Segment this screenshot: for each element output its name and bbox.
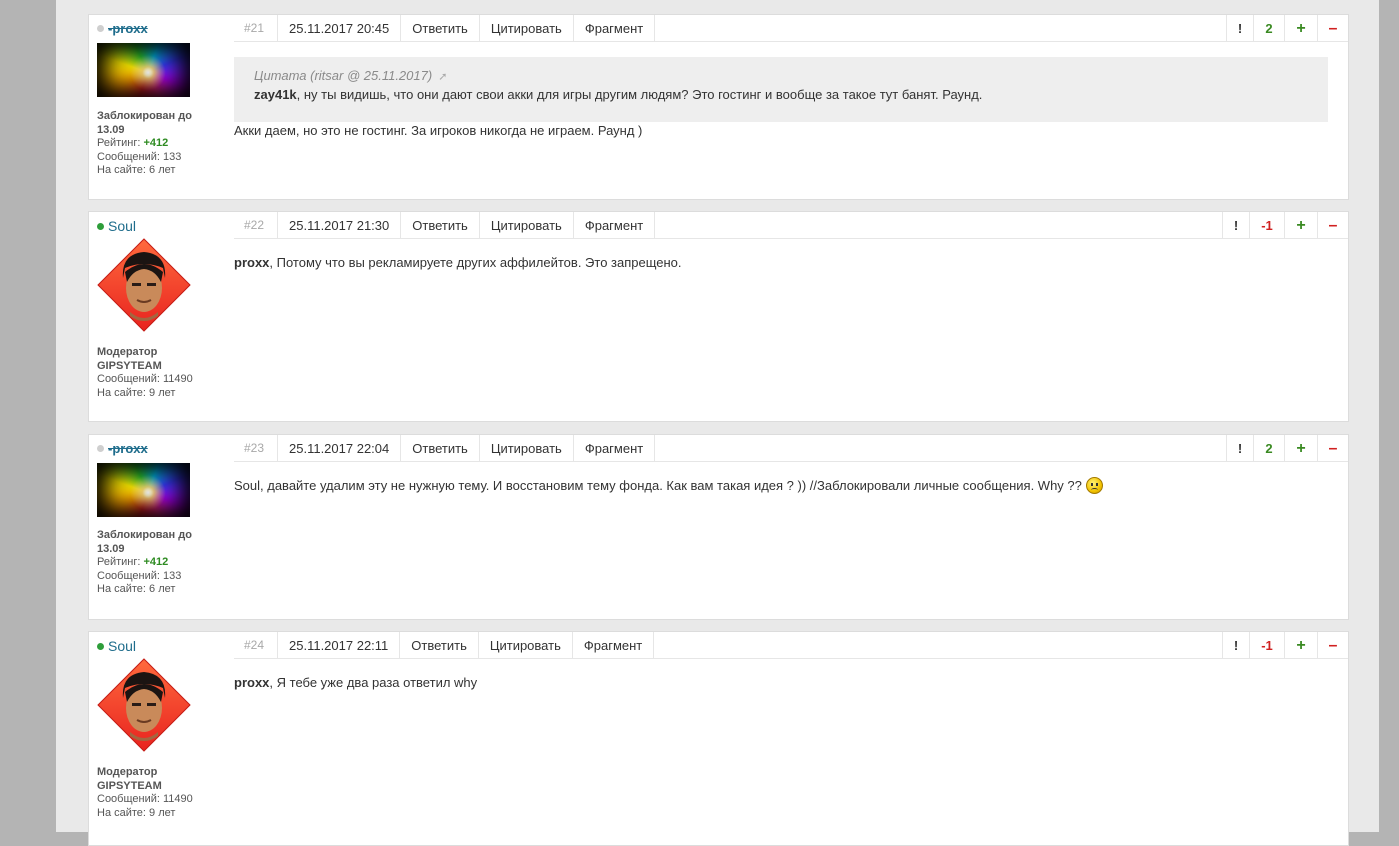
rate-minus-button[interactable]: – — [1317, 15, 1348, 41]
post-number[interactable]: #23 — [244, 441, 264, 455]
quote-jump-arrow-icon[interactable]: ➚ — [438, 71, 447, 83]
post-datetime: 25.11.2017 21:30 — [277, 212, 400, 238]
report-button[interactable]: ! — [1226, 15, 1253, 41]
moderator-face-icon — [97, 238, 191, 332]
author-info: Модератор GIPSYTEAM Сообщений: 11490 На … — [97, 346, 193, 399]
avatar[interactable] — [97, 238, 191, 332]
quote-button[interactable]: Цитировать — [478, 15, 573, 41]
reply-button[interactable]: Ответить — [400, 435, 479, 461]
post-rating-value: 2 — [1253, 15, 1284, 41]
post-text: Акки даем, но это не гостинг. За игроков… — [234, 123, 643, 138]
reply-button[interactable]: Ответить — [399, 632, 478, 658]
fragment-button[interactable]: Фрагмент — [571, 632, 655, 658]
post-header: #23 25.11.2017 22:04 Ответить Цитировать… — [234, 435, 1348, 462]
post-rating-controls: ! 2 + – — [1226, 15, 1348, 41]
post-datetime: 25.11.2017 20:45 — [277, 15, 400, 41]
post-body: Цитата (ritsar @ 25.11.2017) ➚ zay41k, ну… — [234, 57, 1328, 140]
mention[interactable]: proxx — [234, 255, 269, 270]
report-button[interactable]: ! — [1222, 212, 1249, 238]
avatar[interactable] — [97, 658, 191, 752]
post-rating-controls: ! -1 + – — [1222, 212, 1348, 238]
author-info: Заблокирован до 13.09 Рейтинг: +412 Сооб… — [97, 529, 192, 595]
author-name[interactable]: -proxx — [97, 21, 148, 36]
post-datetime: 25.11.2017 22:11 — [277, 632, 399, 658]
post-body: proxx, Потому что вы рекламируете других… — [234, 254, 1328, 272]
quote-block: Цитата (ritsar @ 25.11.2017) ➚ zay41k, ну… — [234, 57, 1328, 122]
post-header: #24 25.11.2017 22:11 Ответить Цитировать… — [234, 632, 1348, 659]
post-rating-value: 2 — [1253, 435, 1284, 461]
forum-post: -proxx Заблокирован до 13.09 Рейтинг: +4… — [88, 14, 1349, 200]
author-rating: Рейтинг: +412 — [97, 556, 169, 568]
reply-button[interactable]: Ответить — [400, 15, 479, 41]
post-header: #22 25.11.2017 21:30 Ответить Цитировать… — [234, 212, 1348, 239]
post-datetime: 25.11.2017 22:04 — [277, 435, 400, 461]
author-rating: Рейтинг: +412 — [97, 137, 169, 149]
fragment-button[interactable]: Фрагмент — [572, 435, 656, 461]
rate-plus-button[interactable]: + — [1284, 435, 1317, 461]
sad-smiley-icon — [1085, 477, 1103, 494]
moderator-face-icon — [97, 658, 191, 752]
offline-status-dot — [97, 445, 104, 452]
post-rating-controls: ! -1 + – — [1222, 632, 1348, 658]
post-header: #21 25.11.2017 20:45 Ответить Цитировать… — [234, 15, 1348, 42]
rate-minus-button[interactable]: – — [1317, 212, 1348, 238]
forum-post: Soul Модератор GIPSYTEAM Сообщений: 1149… — [88, 211, 1349, 422]
post-text: proxx, Потому что вы рекламируете других… — [234, 255, 682, 270]
post-body: Soul, давайте удалим эту не нужную тему.… — [234, 477, 1328, 495]
fragment-button[interactable]: Фрагмент — [572, 15, 656, 41]
report-button[interactable]: ! — [1226, 435, 1253, 461]
forum-post: -proxx Заблокирован до 13.09 Рейтинг: +4… — [88, 434, 1349, 620]
avatar[interactable] — [97, 43, 190, 97]
online-status-dot — [97, 643, 104, 650]
rate-plus-button[interactable]: + — [1284, 632, 1317, 658]
forum-post: Soul Модератор GIPSYTEAM Сообщений: 1149… — [88, 631, 1349, 846]
quote-header: Цитата (ritsar @ 25.11.2017) ➚ — [254, 68, 448, 83]
avatar[interactable] — [97, 463, 190, 517]
post-rating-value: -1 — [1249, 632, 1284, 658]
report-button[interactable]: ! — [1222, 632, 1249, 658]
post-rating-controls: ! 2 + – — [1226, 435, 1348, 461]
post-number[interactable]: #21 — [244, 21, 264, 35]
reply-button[interactable]: Ответить — [400, 212, 479, 238]
online-status-dot — [97, 223, 104, 230]
author-info: Заблокирован до 13.09 Рейтинг: +412 Сооб… — [97, 110, 192, 176]
quote-text: zay41k, ну ты видишь, что они дают свои … — [254, 87, 983, 102]
post-number[interactable]: #22 — [244, 218, 264, 232]
author-name[interactable]: Soul — [97, 218, 136, 234]
offline-status-dot — [97, 25, 104, 32]
author-info: Модератор GIPSYTEAM Сообщений: 11490 На … — [97, 766, 193, 819]
author-name[interactable]: Soul — [97, 638, 136, 654]
rate-plus-button[interactable]: + — [1284, 15, 1317, 41]
quote-button[interactable]: Цитировать — [477, 632, 572, 658]
post-number[interactable]: #24 — [244, 638, 264, 652]
quote-button[interactable]: Цитировать — [478, 435, 573, 461]
post-rating-value: -1 — [1249, 212, 1284, 238]
author-name[interactable]: -proxx — [97, 441, 148, 456]
fragment-button[interactable]: Фрагмент — [572, 212, 656, 238]
rate-plus-button[interactable]: + — [1284, 212, 1317, 238]
post-text: Soul, давайте удалим эту не нужную тему.… — [234, 477, 1328, 495]
mention[interactable]: proxx — [234, 675, 269, 690]
quote-button[interactable]: Цитировать — [478, 212, 573, 238]
rate-minus-button[interactable]: – — [1317, 435, 1348, 461]
post-body: proxx, Я тебе уже два раза ответил why — [234, 674, 1328, 692]
rate-minus-button[interactable]: – — [1317, 632, 1348, 658]
post-text: proxx, Я тебе уже два раза ответил why — [234, 675, 478, 690]
